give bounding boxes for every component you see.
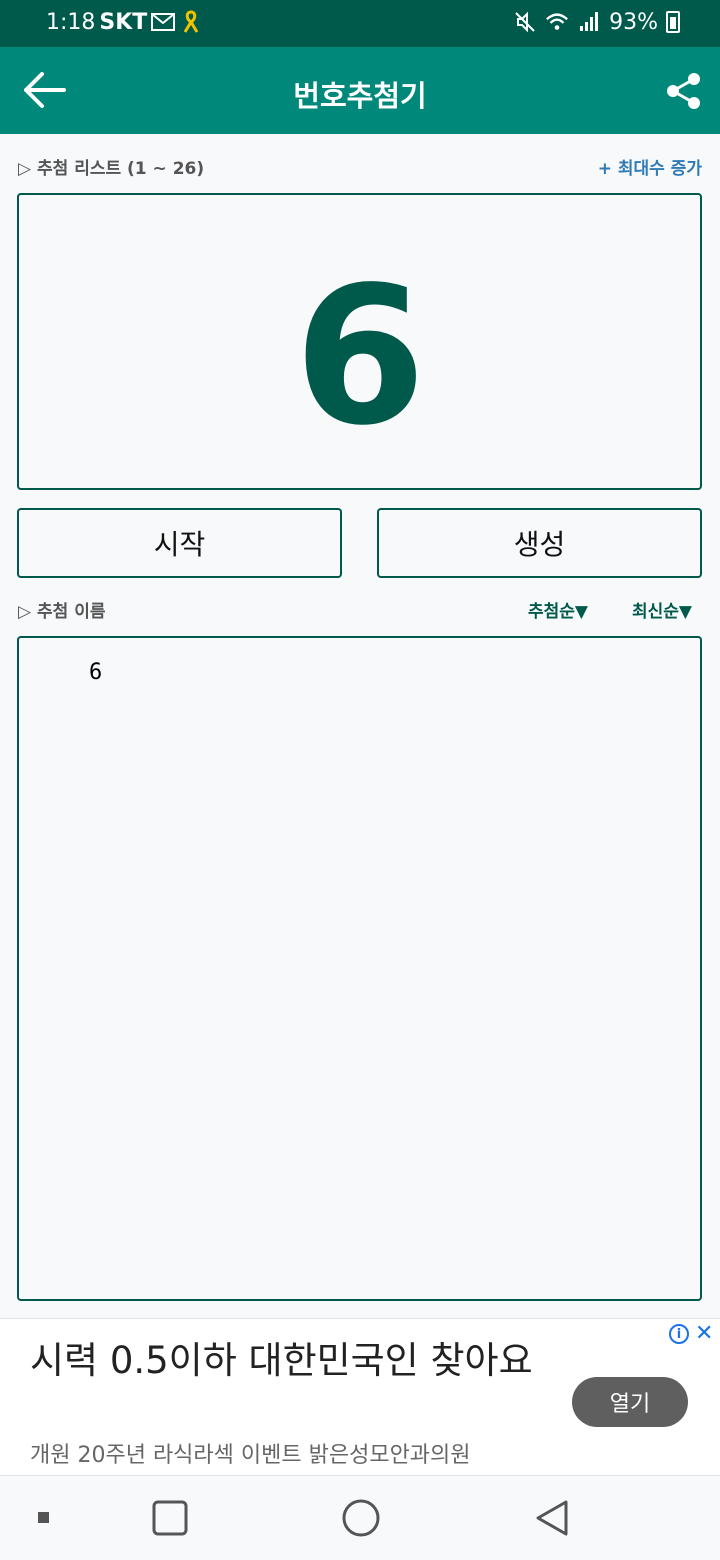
draw-names-label: ▷ 추첨 이름 — [18, 602, 106, 622]
ribbon-icon — [179, 9, 203, 35]
sort-by-recent-button[interactable]: 최신순▼ — [632, 597, 692, 622]
generate-button[interactable]: 생성 — [377, 508, 702, 578]
recents-icon[interactable] — [152, 1500, 188, 1536]
share-icon — [667, 73, 700, 109]
wifi-icon — [545, 9, 569, 35]
ad-subtitle[interactable]: 개원 20주년 라식라섹 이벤트 밝은성모안과의원 — [30, 1437, 471, 1469]
start-button[interactable]: 시작 — [17, 508, 342, 578]
status-left: 1:18 SKT — [46, 9, 203, 35]
battery-percent: 93% — [609, 9, 658, 35]
battery-icon — [666, 11, 680, 33]
nav-bar-graphics — [38, 1499, 568, 1537]
ad-title[interactable]: 시력 0.5이하 대한민국인 찾아요 — [30, 1337, 550, 1385]
increase-max-link[interactable]: + 최대수 증가 — [598, 154, 702, 179]
ad-open-button[interactable]: 열기 — [572, 1377, 688, 1427]
names-list[interactable]: 6 — [17, 636, 702, 1301]
share-button[interactable] — [664, 71, 704, 111]
list-item: 6 — [89, 660, 103, 685]
sort-by-draw-button[interactable]: 추첨순▼ — [528, 597, 588, 622]
app-bar: 번호추첨기 — [0, 47, 720, 134]
signal-icon — [577, 9, 601, 35]
mail-icon — [151, 9, 176, 35]
back-nav-icon[interactable] — [536, 1500, 568, 1536]
draw-list-label: ▷ 추첨 리스트 (1 ~ 26) — [18, 159, 205, 179]
status-carrier: SKT — [99, 9, 148, 35]
ad-banner[interactable]: 시력 0.5이하 대한민국인 찾아요 개원 20주년 라식라섹 이벤트 밝은성모… — [0, 1318, 720, 1476]
status-bar: 1:18 SKT 93% — [0, 0, 720, 47]
close-icon[interactable]: ✕ — [695, 1321, 713, 1346]
info-icon[interactable]: i — [669, 1324, 689, 1344]
home-icon[interactable] — [342, 1499, 380, 1537]
status-time: 1:18 — [46, 9, 96, 35]
result-number: 6 — [293, 246, 427, 467]
status-right: 93% — [513, 9, 680, 35]
nav-bar — [0, 1476, 720, 1560]
recent-apps-dot-icon[interactable] — [38, 1512, 49, 1523]
page-title: 번호추첨기 — [293, 79, 427, 113]
mute-icon — [513, 9, 537, 35]
